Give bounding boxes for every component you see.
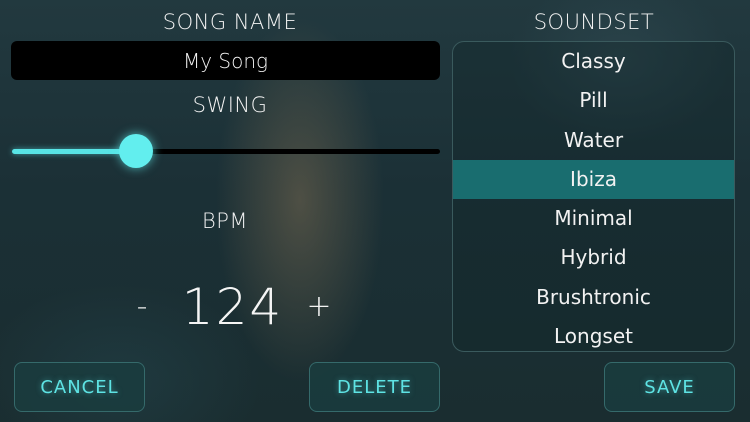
- swing-slider-fill: [12, 149, 136, 154]
- swing-label: SWING: [192, 93, 268, 117]
- soundset-item-minimal[interactable]: Minimal: [453, 199, 734, 238]
- swing-slider[interactable]: [12, 132, 440, 172]
- soundset-item-water[interactable]: Water: [453, 121, 734, 160]
- swing-slider-thumb[interactable]: [119, 134, 153, 168]
- soundset-item-classy[interactable]: Classy: [453, 42, 734, 81]
- song-name-input[interactable]: [11, 41, 440, 80]
- bpm-increment-button[interactable]: +: [299, 285, 339, 329]
- soundset-item-hybrid[interactable]: Hybrid: [453, 238, 734, 277]
- save-button[interactable]: SAVE: [604, 362, 735, 412]
- soundset-label: SOUNDSET: [533, 10, 655, 34]
- cancel-button[interactable]: CANCEL: [14, 362, 145, 412]
- delete-button[interactable]: DELETE: [309, 362, 440, 412]
- soundset-item-pill[interactable]: Pill: [453, 81, 734, 120]
- soundset-item-ibiza[interactable]: Ibiza: [453, 159, 734, 200]
- bpm-value: 124: [181, 278, 284, 336]
- bpm-decrement-button[interactable]: -: [122, 285, 162, 329]
- song-name-label: SONG NAME: [162, 10, 298, 34]
- soundset-list[interactable]: Classy Pill Water Ibiza Minimal Hybrid B…: [452, 41, 735, 352]
- soundset-item-longset[interactable]: Longset: [453, 317, 734, 351]
- bpm-label: BPM: [201, 209, 249, 233]
- soundset-item-brushtronic[interactable]: Brushtronic: [453, 278, 734, 317]
